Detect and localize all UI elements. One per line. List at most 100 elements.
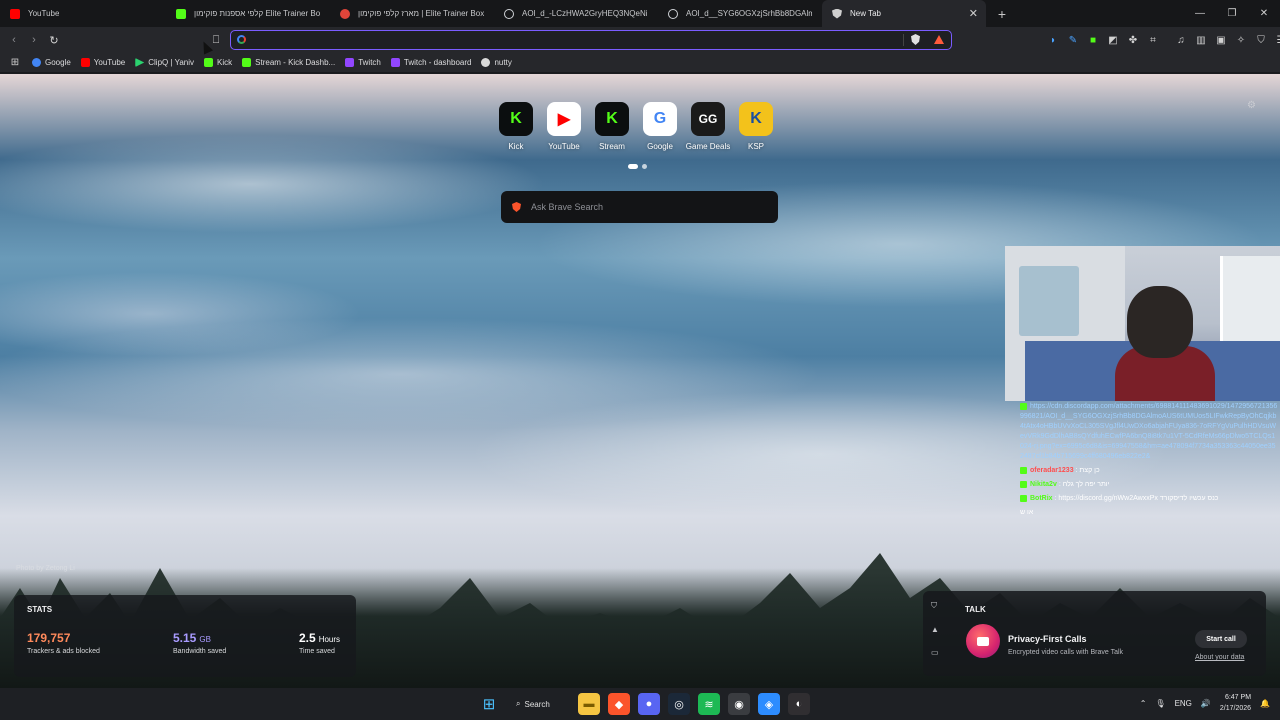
nutty-icon [481,58,491,67]
discord-icon[interactable]: ● [638,693,660,715]
vpn-widget-icon[interactable]: ⛉ [931,601,945,611]
clock[interactable]: 6:47 PM 2/17/2026 [1220,692,1251,714]
customize-gear-icon[interactable]: ⚙ [1247,100,1256,111]
stat-unit: GB [199,635,211,644]
bookmark-twitch[interactable]: Twitch [345,58,381,67]
steam-icon[interactable]: ◎ [668,693,690,715]
close-window-icon[interactable]: ✕ [1248,0,1280,27]
talk-widget-icon[interactable]: ▭ [931,648,945,657]
chevron-up-icon[interactable]: ⌃ [1140,699,1147,708]
sidebar-icon[interactable]: ▥ [1194,33,1208,47]
bookmark-kick-dashboard[interactable]: Stream - Kick Dashb... [242,58,335,67]
address-bar[interactable] [230,30,952,50]
bookmark-clipq[interactable]: ClipQ | Yaniv [135,58,194,67]
menu-icon[interactable]: ☰ [1274,33,1280,47]
chat-message: oferadar1233 : כן קצת [1020,466,1278,476]
forward-icon[interactable]: › [26,32,42,48]
close-tab-icon[interactable]: ✕ [969,7,978,20]
tab-elite-trainer-2[interactable]: מארז קלפי פוקימון | Elite Trainer Box [330,0,494,27]
stat-value: 5.15 [173,631,197,645]
tab-elite-trainer-1[interactable]: קלפי אספנות פוקימון Elite Trainer Box | [166,0,330,27]
back-icon[interactable]: ‹ [6,32,22,48]
brave-search-box[interactable]: Ask Brave Search [501,191,778,223]
youtube-icon [10,8,20,19]
app-icon[interactable]: ◈ [758,693,780,715]
rewards-widget-icon[interactable]: ▲ [931,625,945,634]
vpn-icon[interactable]: ⛉ [1254,33,1268,47]
stats-widget: STATS 179,757 Trackers & ads blocked 5.1… [14,595,356,677]
apps-grid-icon[interactable]: ⊞ [8,56,22,70]
pager-dot[interactable] [642,164,647,169]
top-sites: K Kick ▶ YouTube K Stream G Google GG Ga… [496,102,776,151]
brave-shields-icon[interactable] [911,34,920,45]
kick-extension-icon[interactable]: ■ [1086,33,1100,47]
chat-text: : https://discord.gg/nWw2AwxxPx כנס עכשי… [1054,495,1219,502]
brave-rewards-icon[interactable] [934,35,944,44]
reload-icon[interactable]: ↻ [46,32,62,48]
bookmark-label: Kick [217,58,233,67]
kick-icon: K [595,102,629,136]
media-icon[interactable]: ♫ [1174,33,1188,47]
bookmark-youtube[interactable]: YouTube [80,58,125,67]
chat-username: BotRix [1030,495,1053,502]
extensions-bar: ◗ ✎ ■ ◩ ✤ ⌗ ♫ ▥ ▣ ✧ ⛉ ☰ [1046,33,1280,47]
tab-strip: YouTube קלפי אספנות פוקימון Elite Traine… [0,0,1280,27]
about-data-link[interactable]: About your data [1195,654,1244,661]
start-call-button[interactable]: Start call [1195,630,1247,648]
tab-new-tab[interactable]: New Tab ✕ [822,0,986,27]
top-site-ksp[interactable]: K KSP [736,102,776,151]
bookmark-nutty[interactable]: nutty [481,58,512,67]
screenshot-icon[interactable]: ⌗ [1146,33,1160,47]
microphone-icon[interactable]: 🎙 [1155,699,1165,708]
wallet-card-icon[interactable]: ▣ [1214,33,1228,47]
translate-icon[interactable]: ✎ [1066,33,1080,47]
puzzle-icon[interactable]: ✤ [1126,33,1140,47]
new-tab-button[interactable]: + [992,4,1012,24]
pager-dot-active[interactable] [628,164,638,169]
kick-icon [242,58,252,67]
bookmark-google[interactable]: Google [32,58,71,67]
globe-icon [504,8,514,19]
top-site-stream[interactable]: K Stream [592,102,632,151]
file-explorer-icon[interactable]: ▬ [578,693,600,715]
chat-text: או ש [1020,509,1034,516]
top-site-google[interactable]: G Google [640,102,680,151]
chat-username: Nikita2v [1030,481,1057,488]
talk-description: Encrypted video calls with Brave Talk [1008,649,1124,656]
bookmark-twitch-dashboard[interactable]: Twitch - dashboard [390,58,471,67]
clock-time: 6:47 PM [1224,694,1252,701]
windows-start-icon[interactable]: ⊞ [478,693,500,715]
leo-ai-icon[interactable]: ✧ [1234,33,1248,47]
top-site-youtube[interactable]: ▶ YouTube [544,102,584,151]
notification-icon[interactable]: 🔔 [1260,699,1270,708]
chat-message: BotRix : https://discord.gg/nWw2AwxxPx כ… [1020,494,1278,504]
top-site-game-deals[interactable]: GG Game Deals [686,102,730,151]
wallet-icon[interactable]: ◗ [1046,33,1060,47]
tab-title: מארז קלפי פוקימון | Elite Trainer Box [358,9,484,18]
top-site-kick[interactable]: K Kick [496,102,536,151]
chat-text: : כן קצת [1075,467,1100,474]
spotify-icon[interactable]: ≋ [698,693,720,715]
language-indicator[interactable]: ENG [1175,699,1192,708]
youtube-icon [80,58,90,67]
obs-icon[interactable]: ◐ [788,693,810,715]
taskbar-search[interactable]: ⌕ Search [508,693,570,715]
divider [903,34,904,46]
bookmark-label: nutty [494,58,512,67]
stat-time: 2.5 Hours Time saved [299,631,340,655]
extension-icon[interactable]: ◩ [1106,33,1120,47]
window-controls: — ❐ ✕ [1184,0,1280,27]
stat-trackers: 179,757 Trackers & ads blocked [27,631,100,655]
restore-icon[interactable]: ❐ [1216,0,1248,27]
minimize-icon[interactable]: — [1184,0,1216,27]
play-icon [135,58,145,67]
volume-icon[interactable]: 🔊 [1201,699,1211,708]
tab-youtube[interactable]: YouTube [0,0,166,27]
brave-icon[interactable]: ◆ [608,693,630,715]
tab-aoi-2[interactable]: AOI_d__SYG6OGXzjSrhBb8DGAlmoAl... [658,0,822,27]
photo-credit[interactable]: Photo by Zetong Li [16,565,75,572]
bookmark-kick[interactable]: Kick [204,58,232,67]
tab-aoi-1[interactable]: AOI_d_-LCzHWA2GryHEQ3NQeNiF1... [494,0,658,27]
chrome-icon[interactable]: ◉ [728,693,750,715]
talk-heading: Privacy-First Calls [1008,634,1087,644]
